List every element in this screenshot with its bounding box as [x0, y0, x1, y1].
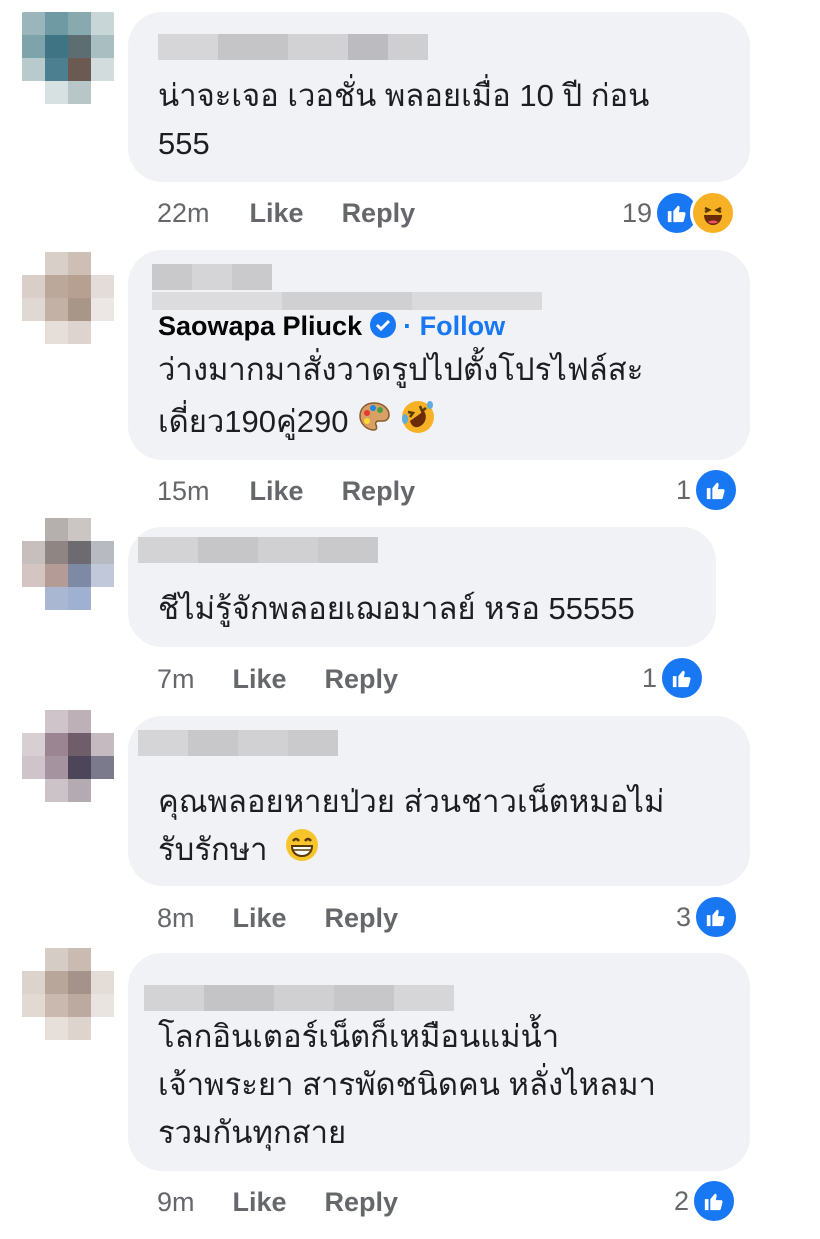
like-button[interactable]: Like: [233, 1187, 287, 1218]
comment-text-line: ชีไม่รู้จักพลอยเฌอมาลย์ หรอ 55555: [158, 591, 635, 626]
comment-actions: 15m Like Reply: [157, 471, 415, 511]
like-icon: [693, 467, 740, 513]
comment-text-line: น่าจะเจอ เวอชั่น พลอยเมื่อ 10 ปี ก่อน: [158, 78, 650, 113]
commenter-name[interactable]: [152, 264, 272, 290]
commenter-name-blur: [152, 292, 542, 310]
comment-bubble: Saowapa Pliuck · Follow ว่างมากมาสั่งวาด…: [128, 250, 750, 460]
verified-badge-icon: [369, 311, 396, 338]
commenter-name[interactable]: [138, 730, 338, 756]
comment-bubble: โลกอินเตอร์เน็ตก็เหมือนแม่น้ำ เจ้าพระยา …: [128, 953, 750, 1171]
comment-timestamp[interactable]: 7m: [157, 664, 195, 695]
like-icon: [659, 655, 706, 701]
comment-timestamp[interactable]: 15m: [157, 476, 210, 507]
like-button[interactable]: Like: [233, 903, 287, 934]
commenter-name[interactable]: [158, 34, 428, 60]
reply-button[interactable]: Reply: [342, 476, 416, 507]
reaction-count: 1: [642, 662, 658, 693]
comment-text-line: โลกอินเตอร์เน็ตก็เหมือนแม่น้ำ: [158, 1019, 560, 1054]
reply-button[interactable]: Reply: [325, 903, 399, 934]
comment-text-line: รับรักษา: [158, 826, 320, 877]
grinning-emoji-icon: [284, 827, 320, 877]
avatar[interactable]: [22, 12, 114, 104]
like-icon: [691, 1178, 738, 1224]
commenter-name[interactable]: [144, 985, 454, 1011]
comment-bubble: คุณพลอยหายป่วย ส่วนชาวเน็ตหมอไม่ รับรักษ…: [128, 716, 750, 886]
reaction-summary[interactable]: 19: [622, 190, 737, 236]
rofl-emoji-icon: [400, 399, 436, 449]
haha-icon: [690, 190, 737, 236]
reply-button[interactable]: Reply: [342, 198, 416, 229]
comment-actions: 9m Like Reply: [157, 1182, 398, 1222]
reaction-count: 1: [676, 474, 692, 505]
comment-text-line: เดี่ยว190คู่290: [158, 398, 436, 449]
mentioned-user[interactable]: Saowapa Pliuck: [158, 311, 362, 341]
reaction-count: 2: [674, 1185, 690, 1216]
follow-link[interactable]: · Follow: [403, 311, 505, 341]
comment-actions: 22m Like Reply: [157, 193, 415, 233]
mention-line: Saowapa Pliuck · Follow: [158, 310, 505, 342]
like-button[interactable]: Like: [250, 476, 304, 507]
comment-text-line: คุณพลอยหายป่วย ส่วนชาวเน็ตหมอไม่: [158, 784, 665, 819]
comment-timestamp[interactable]: 9m: [157, 1187, 195, 1218]
avatar[interactable]: [22, 948, 114, 1040]
reaction-summary[interactable]: 3: [676, 894, 740, 940]
comment-text-line: 555: [158, 126, 210, 161]
like-button[interactable]: Like: [250, 198, 304, 229]
comment-actions: 8m Like Reply: [157, 898, 398, 938]
comment-text-segment: รับรักษา: [158, 832, 268, 867]
comment-text-line: ว่างมากมาสั่งวาดรูปไปตั้งโปรไฟล์สะ: [158, 352, 644, 387]
comment-bubble: น่าจะเจอ เวอชั่น พลอยเมื่อ 10 ปี ก่อน 55…: [128, 12, 750, 182]
comment-bubble: ชีไม่รู้จักพลอยเฌอมาลย์ หรอ 55555: [128, 527, 716, 647]
like-button[interactable]: Like: [233, 664, 287, 695]
reply-button[interactable]: Reply: [325, 1187, 399, 1218]
reaction-count: 19: [622, 197, 653, 228]
reply-button[interactable]: Reply: [325, 664, 399, 695]
palette-emoji-icon: [357, 400, 391, 448]
reaction-summary[interactable]: 1: [642, 655, 706, 701]
comment-text-segment: เดี่ยว190คู่290: [158, 404, 349, 439]
reaction-count: 3: [676, 901, 692, 932]
comment-text-line: เจ้าพระยา สารพัดชนิดคน หลั่งไหลมา: [158, 1067, 656, 1102]
like-icon: [693, 894, 740, 940]
comment-timestamp[interactable]: 22m: [157, 198, 210, 229]
comment-timestamp[interactable]: 8m: [157, 903, 195, 934]
reaction-summary[interactable]: 1: [676, 467, 740, 513]
commenter-name[interactable]: [138, 537, 378, 563]
comment-actions: 7m Like Reply: [157, 659, 398, 699]
avatar[interactable]: [22, 518, 114, 610]
comment-text-line: รวมกันทุกสาย: [158, 1115, 347, 1150]
reaction-summary[interactable]: 2: [674, 1178, 738, 1224]
avatar[interactable]: [22, 710, 114, 802]
avatar[interactable]: [22, 252, 114, 344]
